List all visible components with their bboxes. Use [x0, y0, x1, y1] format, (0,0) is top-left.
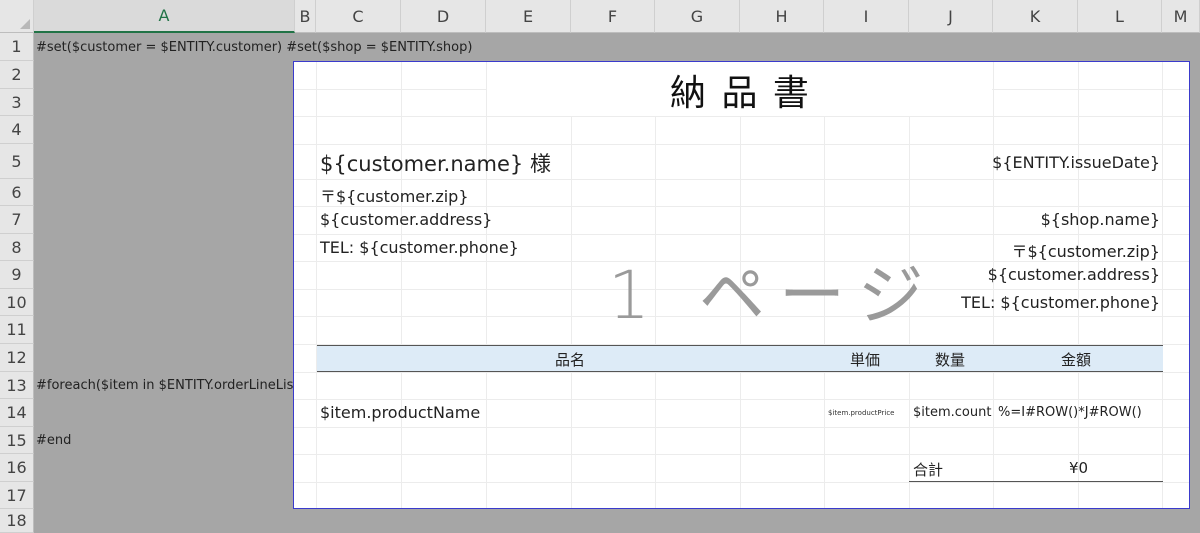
column-header-b[interactable]: B: [295, 0, 316, 33]
column-header-e[interactable]: E: [486, 0, 571, 33]
row-header-10[interactable]: 10: [0, 289, 34, 316]
row-header-12[interactable]: 12: [0, 344, 34, 372]
customer-name[interactable]: ${customer.name} 様: [320, 148, 551, 178]
column-header-i[interactable]: I: [824, 0, 909, 33]
table-header-row: [317, 345, 1163, 372]
shop-phone[interactable]: TEL: ${customer.phone}: [961, 293, 1160, 312]
customer-zip[interactable]: 〒${customer.zip}: [320, 183, 469, 207]
total-underline: [909, 481, 1163, 482]
column-header-f[interactable]: F: [571, 0, 655, 33]
header-quantity[interactable]: 数量: [935, 349, 965, 370]
item-amount-formula[interactable]: %=I#ROW()*J#ROW(): [998, 405, 1142, 420]
column-header-k[interactable]: K: [993, 0, 1078, 33]
row-header-6[interactable]: 6: [0, 179, 34, 206]
shop-name[interactable]: ${shop.name}: [1041, 210, 1160, 229]
header-unit-price[interactable]: 単価: [850, 349, 880, 370]
column-header-m[interactable]: M: [1162, 0, 1200, 33]
row-header-7[interactable]: 7: [0, 206, 34, 234]
row-header-5[interactable]: 5: [0, 144, 34, 179]
cell-a15-end-directive[interactable]: #end: [36, 433, 71, 448]
row-header-2[interactable]: 2: [0, 61, 34, 89]
row-header-8[interactable]: 8: [0, 234, 34, 261]
cell-a13-foreach-directive[interactable]: #foreach($item in $ENTITY.orderLineList): [36, 378, 304, 393]
row-header-9[interactable]: 9: [0, 261, 34, 289]
column-header-l[interactable]: L: [1078, 0, 1162, 33]
row-header-13[interactable]: 13: [0, 372, 34, 399]
cell-a1-set-directive[interactable]: #set($customer = $ENTITY.customer) #set(…: [36, 40, 472, 55]
spreadsheet: A B C D E F G H I J K L M 1 2 3 4 5 6 7 …: [0, 0, 1200, 533]
header-amount[interactable]: 金額: [1061, 349, 1091, 370]
column-header-g[interactable]: G: [655, 0, 740, 33]
total-value[interactable]: ¥0: [1069, 459, 1088, 477]
page-watermark: 1 ページ: [608, 257, 938, 334]
row-header-11[interactable]: 11: [0, 316, 34, 344]
header-product-name[interactable]: 品名: [555, 349, 585, 370]
column-header-a[interactable]: A: [34, 0, 295, 33]
customer-phone[interactable]: TEL: ${customer.phone}: [320, 238, 519, 257]
row-header-1[interactable]: 1: [0, 33, 34, 61]
issue-date[interactable]: ${ENTITY.issueDate}: [992, 153, 1160, 172]
select-all-corner[interactable]: [0, 0, 34, 33]
column-header-d[interactable]: D: [401, 0, 486, 33]
item-unit-price[interactable]: $item.productPrice: [828, 409, 895, 417]
row-header-4[interactable]: 4: [0, 116, 34, 144]
column-header-j[interactable]: J: [909, 0, 993, 33]
item-product-name[interactable]: $item.productName: [320, 403, 480, 422]
print-page-area: 納 品 書 1 ページ ${customer.name} 様 〒${custom…: [293, 61, 1190, 509]
item-count[interactable]: $item.count: [913, 405, 991, 420]
row-header-18[interactable]: 18: [0, 509, 34, 533]
row-header-17[interactable]: 17: [0, 482, 34, 509]
document-title: 納 品 書: [670, 73, 811, 114]
column-header-c[interactable]: C: [316, 0, 401, 33]
total-label[interactable]: 合計: [913, 459, 943, 480]
row-header-14[interactable]: 14: [0, 399, 34, 427]
customer-address[interactable]: ${customer.address}: [320, 210, 492, 229]
shop-address[interactable]: ${customer.address}: [988, 265, 1160, 284]
row-header-15[interactable]: 15: [0, 427, 34, 454]
row-header-3[interactable]: 3: [0, 89, 34, 116]
shop-zip[interactable]: 〒${customer.zip}: [1011, 238, 1160, 262]
column-header-h[interactable]: H: [740, 0, 824, 33]
row-header-16[interactable]: 16: [0, 454, 34, 482]
